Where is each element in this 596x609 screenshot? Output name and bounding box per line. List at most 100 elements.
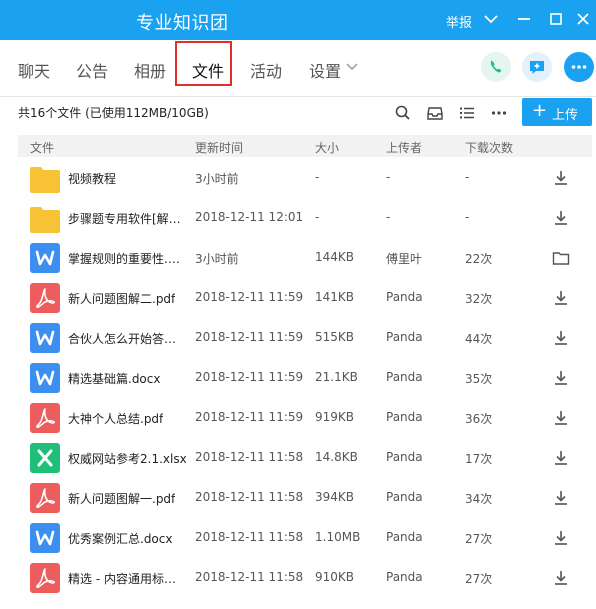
file-downloads: 27次 [465,572,493,586]
download-icon[interactable] [552,209,570,227]
file-size: 21.1KB [315,370,358,384]
file-size: 141KB [315,290,355,304]
file-time: 2018-12-11 11:58 [195,530,304,544]
download-icon[interactable] [552,329,570,347]
table-row[interactable]: 权威网站参考2.1.xlsx 2018-12-11 11:58 14.8KB Pand… [18,438,592,478]
file-downloads: - [465,210,470,224]
file-name[interactable]: 权威网站参考2.1.xlsx [68,450,186,467]
file-uploader: Panda [386,450,423,464]
call-button[interactable] [481,52,511,82]
message-button[interactable] [522,52,552,82]
file-size: - [315,210,320,224]
file-name[interactable]: 精选基础篇.docx [68,370,160,387]
more-button[interactable] [564,52,594,82]
upload-label: 上传 [552,108,579,123]
file-name[interactable]: 掌握规则的重要性.… [68,250,180,267]
file-uploader: Panda [386,330,423,344]
download-icon[interactable] [552,369,570,387]
file-size: - [315,170,320,184]
plus-icon: + [532,100,548,121]
list-view-icon[interactable] [458,104,476,122]
inbox-icon[interactable] [426,104,444,122]
minimize-icon[interactable] [513,8,535,30]
download-icon[interactable] [552,569,570,587]
more-options-icon[interactable] [490,104,508,122]
folder-icon [30,207,60,233]
column-uploader[interactable]: 上传者 [386,139,422,156]
file-name[interactable]: 新人问题图解一.pdf [68,490,175,507]
table-row[interactable]: 新人问题图解一.pdf 2018-12-11 11:58 394KB Panda 34次 [18,478,592,518]
file-name[interactable]: 精选 - 内容通用标… [68,570,176,587]
table-row[interactable]: 精选基础篇.docx 2018-12-11 11:59 21.1KB Panda 35次 [18,358,592,398]
table-row[interactable]: 优秀案例汇总.docx 2018-12-11 11:58 1.10MB Panda 27… [18,518,592,558]
table-row[interactable]: 新人问题图解二.pdf 2018-12-11 11:59 141KB Panda 32次 [18,278,592,318]
download-icon[interactable] [552,529,570,547]
search-icon[interactable] [394,104,412,122]
file-uploader: Panda [386,530,423,544]
file-downloads: 44次 [465,332,493,346]
column-downloads[interactable]: 下载次数 [465,139,513,156]
file-downloads: 32次 [465,292,493,306]
chevron-down-icon[interactable] [480,8,502,30]
file-time: 2018-12-11 11:58 [195,450,304,464]
file-size: 919KB [315,410,355,424]
pdf-icon [30,563,60,593]
tab-settings[interactable]: 设置 [309,58,341,82]
table-row[interactable]: 大神个人总结.pdf 2018-12-11 11:59 919KB Panda 36次 [18,398,592,438]
header-divider [0,96,596,97]
table-row[interactable]: 精选 - 内容通用标… 2018-12-11 11:58 910KB Panda 27次 [18,558,592,598]
column-updated[interactable]: 更新时间 [195,139,243,156]
file-time: 3小时前 [195,252,239,266]
file-uploader: Panda [386,370,423,384]
group-title: 专业知识团 [136,13,229,34]
file-name[interactable]: 大神个人总结.pdf [68,410,163,427]
file-downloads: - [465,170,470,184]
file-downloads: 35次 [465,372,493,386]
excel-icon [30,443,60,473]
download-icon[interactable] [552,409,570,427]
table-row[interactable]: 视频教程 3小时前 - - - [18,158,592,198]
download-icon[interactable] [552,449,570,467]
file-name[interactable]: 合伙人怎么开始答… [68,330,176,347]
download-icon[interactable] [552,289,570,307]
tab-activity[interactable]: 活动 [250,58,282,82]
file-size: 910KB [315,570,355,584]
file-uploader: - [386,210,391,224]
file-name[interactable]: 步骤题专用软件[解… [68,210,181,227]
file-uploader: - [386,170,391,184]
close-icon[interactable] [572,8,594,30]
file-uploader: Panda [386,290,423,304]
word-doc-icon [30,523,60,553]
file-name[interactable]: 优秀案例汇总.docx [68,530,172,547]
file-time: 2018-12-11 11:58 [195,490,304,504]
column-file[interactable]: 文件 [30,139,54,156]
tab-notice[interactable]: 公告 [76,58,108,82]
folder-open-icon[interactable] [552,249,570,267]
maximize-icon[interactable] [545,8,567,30]
phone-icon [490,60,502,73]
file-time: 2018-12-11 12:01 [195,210,304,224]
file-uploader: Panda [386,410,423,424]
tab-chat[interactable]: 聊天 [18,58,50,82]
title-bar: 专业知识团 举报 [0,0,596,40]
upload-button[interactable]: + 上传 [522,98,592,126]
file-time: 2018-12-11 11:59 [195,410,304,424]
tab-album[interactable]: 相册 [134,58,166,82]
pdf-icon [30,483,60,513]
table-row[interactable]: 合伙人怎么开始答… 2018-12-11 11:59 515KB Panda 44次 [18,318,592,358]
file-name[interactable]: 视频教程 [68,170,116,187]
file-time: 2018-12-11 11:58 [195,570,304,584]
report-link[interactable]: 举报 [446,12,472,31]
file-size: 144KB [315,250,355,264]
download-icon[interactable] [552,169,570,187]
file-name[interactable]: 新人问题图解二.pdf [68,290,175,307]
pdf-icon [30,403,60,433]
file-downloads: 22次 [465,252,493,266]
download-icon[interactable] [552,489,570,507]
settings-chevron-icon[interactable] [345,62,359,72]
word-doc-icon [30,363,60,393]
word-doc-icon [30,243,60,273]
table-row[interactable]: 步骤题专用软件[解… 2018-12-11 12:01- - - [18,198,592,238]
column-size[interactable]: 大小 [315,139,339,156]
table-row[interactable]: 掌握规则的重要性.… 3小时前 144KB 傅里叶 22次 [18,238,592,278]
